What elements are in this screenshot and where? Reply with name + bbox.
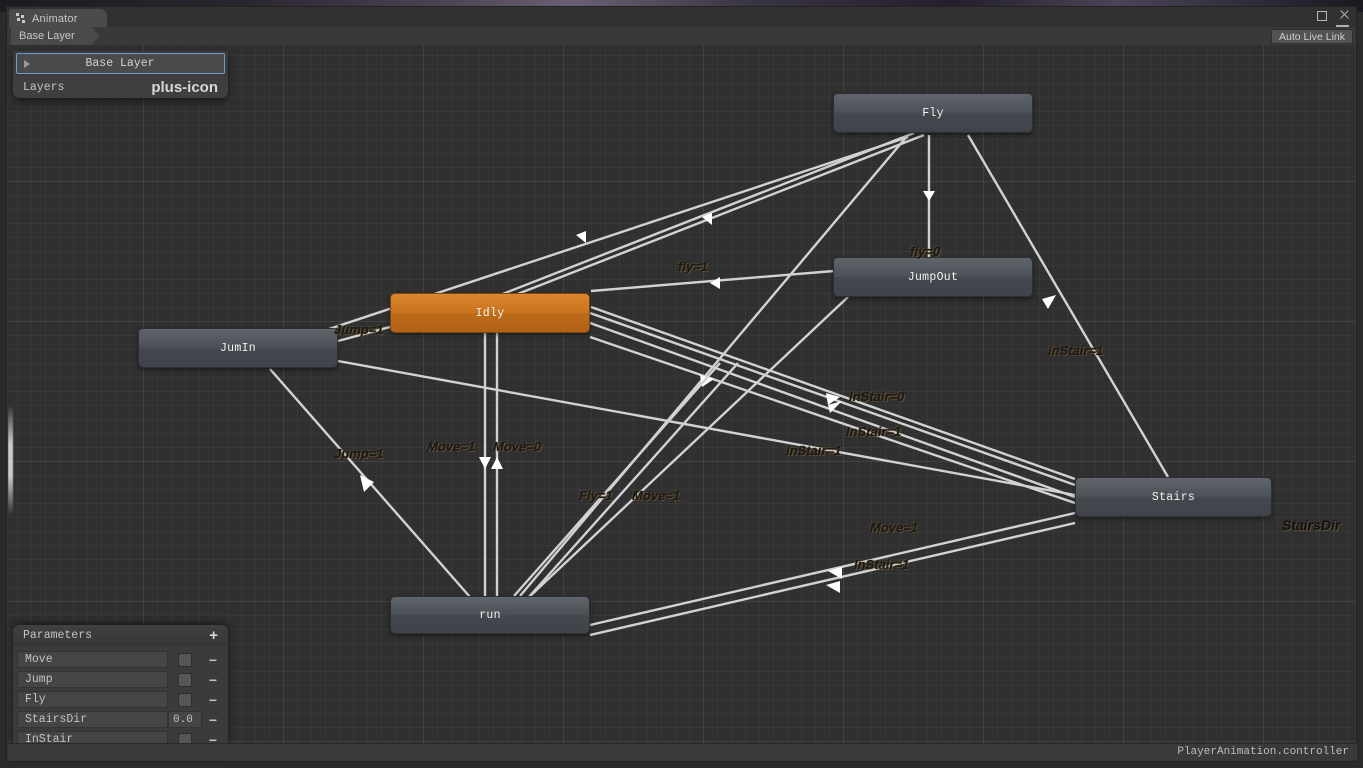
bool-toggle-icon[interactable] [178, 693, 192, 707]
state-node-jumpout[interactable]: JumpOut [833, 257, 1033, 297]
stairsdir-annotation: StairsDir [1282, 517, 1340, 533]
state-node-run[interactable]: run [390, 596, 590, 634]
remove-parameter-button[interactable]: − [202, 713, 224, 727]
parameter-value-control[interactable] [168, 653, 202, 667]
close-icon[interactable] [1338, 9, 1350, 21]
layers-panel: Base Layer Layers plus-icon [13, 51, 228, 98]
remove-parameter-button[interactable]: − [202, 673, 224, 687]
parameter-row[interactable]: Jump − [17, 670, 224, 689]
parameters-list: Move − Jump − Fly [13, 646, 228, 754]
parameter-row[interactable]: Fly − [17, 690, 224, 709]
controller-asset-name: PlayerAnimation.controller [1177, 746, 1349, 758]
remove-parameter-button[interactable]: − [202, 693, 224, 707]
state-node-label: JumpOut [908, 271, 958, 284]
bool-toggle-icon[interactable] [178, 673, 192, 687]
add-parameter-button[interactable]: + [209, 628, 218, 643]
state-node-label: Stairs [1152, 491, 1195, 504]
state-node-idly[interactable]: Idly [390, 293, 590, 333]
float-value-field[interactable]: 0.0 [168, 711, 202, 728]
add-layer-button[interactable]: plus-icon [151, 80, 218, 95]
breadcrumb-bar: Base Layer Auto Live Link [7, 27, 1356, 45]
animator-icon [16, 13, 27, 24]
parameter-value-control[interactable] [168, 673, 202, 687]
layers-footer: Layers plus-icon [13, 76, 228, 98]
state-node-jumin[interactable]: JumIn [138, 328, 338, 368]
tab-animator-label: Animator [32, 13, 78, 25]
parameter-name-field[interactable]: Fly [17, 691, 168, 708]
remove-parameter-button[interactable]: − [202, 653, 224, 667]
state-node-label: Fly [922, 107, 944, 120]
state-node-label: Idly [476, 307, 505, 320]
parameter-row[interactable]: StairsDir 0.0 − [17, 710, 224, 729]
breadcrumb[interactable]: Base Layer [11, 27, 91, 45]
parameter-row[interactable]: Move − [17, 650, 224, 669]
parameter-name-field[interactable]: Move [17, 651, 168, 668]
state-node-stairs[interactable]: Stairs [1075, 477, 1272, 517]
state-node-fly[interactable]: Fly [833, 93, 1033, 133]
parameter-value-control[interactable] [168, 693, 202, 707]
parameters-panel: Parameters + Move − Jump − [13, 625, 228, 754]
state-node-label: JumIn [220, 342, 256, 355]
parameters-title: Parameters [23, 629, 92, 642]
window-titlebar: Animator [7, 7, 1356, 27]
window-controls [1315, 9, 1350, 21]
parameters-header: Parameters + [13, 625, 228, 646]
layer-row-base-layer[interactable]: Base Layer [16, 53, 225, 74]
layer-name-label: Base Layer [30, 57, 210, 70]
animator-window: Animator Base Layer Auto Live Link .ln [6, 6, 1357, 762]
auto-live-link-button[interactable]: Auto Live Link [1271, 29, 1353, 44]
animator-window-root: Animator Base Layer Auto Live Link .ln [0, 0, 1363, 768]
parameter-value-control[interactable]: 0.0 [168, 711, 202, 728]
layers-footer-label: Layers [23, 81, 64, 94]
bool-toggle-icon[interactable] [178, 653, 192, 667]
state-node-label: run [479, 609, 501, 622]
parameter-name-field[interactable]: StairsDir [17, 711, 168, 728]
maximize-icon[interactable] [1315, 9, 1327, 21]
parameter-name-field[interactable]: Jump [17, 671, 168, 688]
status-bar: PlayerAnimation.controller [8, 743, 1357, 760]
tab-animator[interactable]: Animator [9, 9, 107, 28]
